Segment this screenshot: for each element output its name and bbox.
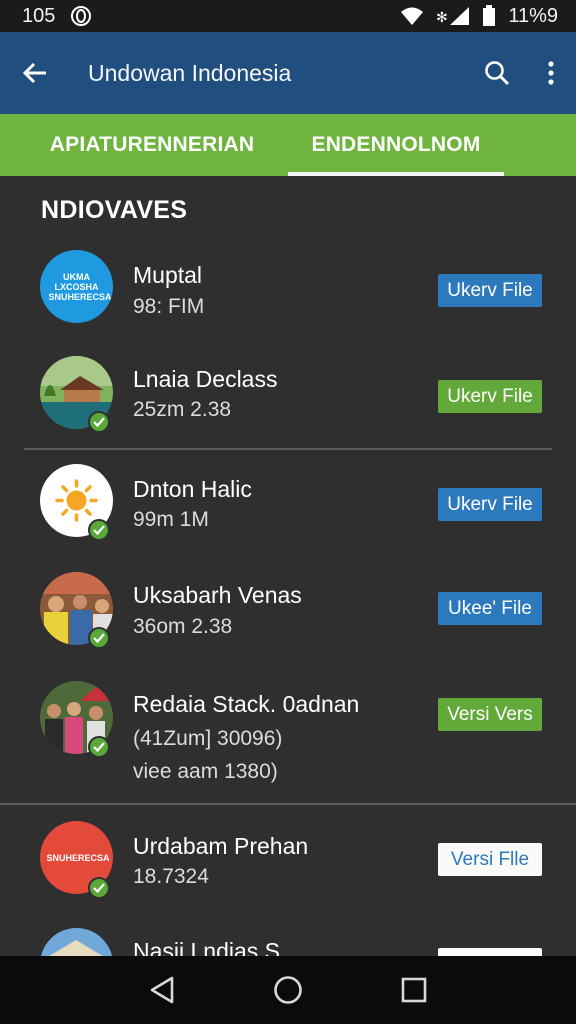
status-bar: 105 ✻ 11%9	[0, 0, 576, 32]
avatar-logo-text: SNUHERECSA	[46, 852, 110, 863]
app-bar: Undowan Indonesia	[0, 32, 576, 114]
navigation-bar	[0, 956, 576, 1024]
home-nav-icon[interactable]	[273, 975, 303, 1005]
verified-check-icon	[88, 411, 110, 433]
back-nav-icon[interactable]	[149, 976, 175, 1004]
item-title: Lnaia Declass	[133, 366, 278, 392]
view-file-button[interactable]: Ukerv File	[438, 274, 542, 307]
view-file-button[interactable]: Ukerv File	[438, 380, 542, 413]
tab-apiaturennerian[interactable]: APIATURENNERIAN	[0, 114, 288, 176]
svg-text:✻: ✻	[436, 10, 448, 26]
item-subtitle: 99m 1M	[133, 508, 209, 531]
avatar: UKMA LXCOSHA SNUHERECSA	[40, 250, 113, 323]
item-subtitle: (41Zum] 30096)	[133, 727, 283, 750]
item-subtitle: 25zm 2.38	[133, 398, 232, 421]
item-title: Urdabam Prehan	[133, 833, 309, 859]
version-button[interactable]: Versi Flle	[438, 843, 542, 876]
item-title: Muptal	[133, 262, 203, 288]
item-subtitle: 36om 2.38	[133, 615, 233, 638]
tab-endennolnom[interactable]: ENDENNOLNOM	[288, 114, 504, 176]
divider	[0, 803, 576, 805]
wifi-icon	[401, 7, 424, 25]
divider	[24, 448, 552, 450]
item-title: Redaia Stack. 0adnan	[133, 691, 360, 717]
version-button[interactable]: Versi Vers	[438, 698, 542, 731]
view-file-button[interactable]: Ukee' File	[438, 592, 542, 625]
status-time: 11%9	[508, 4, 558, 27]
verified-check-icon	[88, 519, 110, 541]
more-vert-icon[interactable]	[548, 61, 554, 85]
back-arrow-icon[interactable]	[22, 61, 48, 85]
view-file-button[interactable]: Ukerv File	[438, 488, 542, 521]
avatar-logo-text: UKMA LXCOSHA SNUHERECSA	[48, 271, 112, 302]
status-number: 105	[22, 4, 56, 27]
search-icon[interactable]	[484, 60, 510, 86]
verified-check-icon	[88, 877, 110, 899]
item-subtitle: 98: FIM	[133, 295, 205, 318]
battery-icon	[483, 5, 496, 26]
item-title: Uksabarh Venas	[133, 582, 302, 608]
app-title: Undowan Indonesia	[88, 59, 292, 86]
notification-icon	[71, 6, 92, 26]
item-detail: viee aam 1380)	[133, 760, 278, 783]
signal-icon: ✻	[436, 7, 470, 26]
verified-check-icon	[88, 736, 110, 758]
recents-nav-icon[interactable]	[401, 977, 427, 1003]
tab-bar: APIATURENNERIAN ENDENNOLNOM	[0, 114, 576, 176]
verified-check-icon	[88, 627, 110, 649]
item-title: Dnton Halic	[133, 476, 252, 502]
item-subtitle: 18.7324	[133, 865, 209, 888]
section-title: NDIOVAVES	[41, 196, 188, 224]
